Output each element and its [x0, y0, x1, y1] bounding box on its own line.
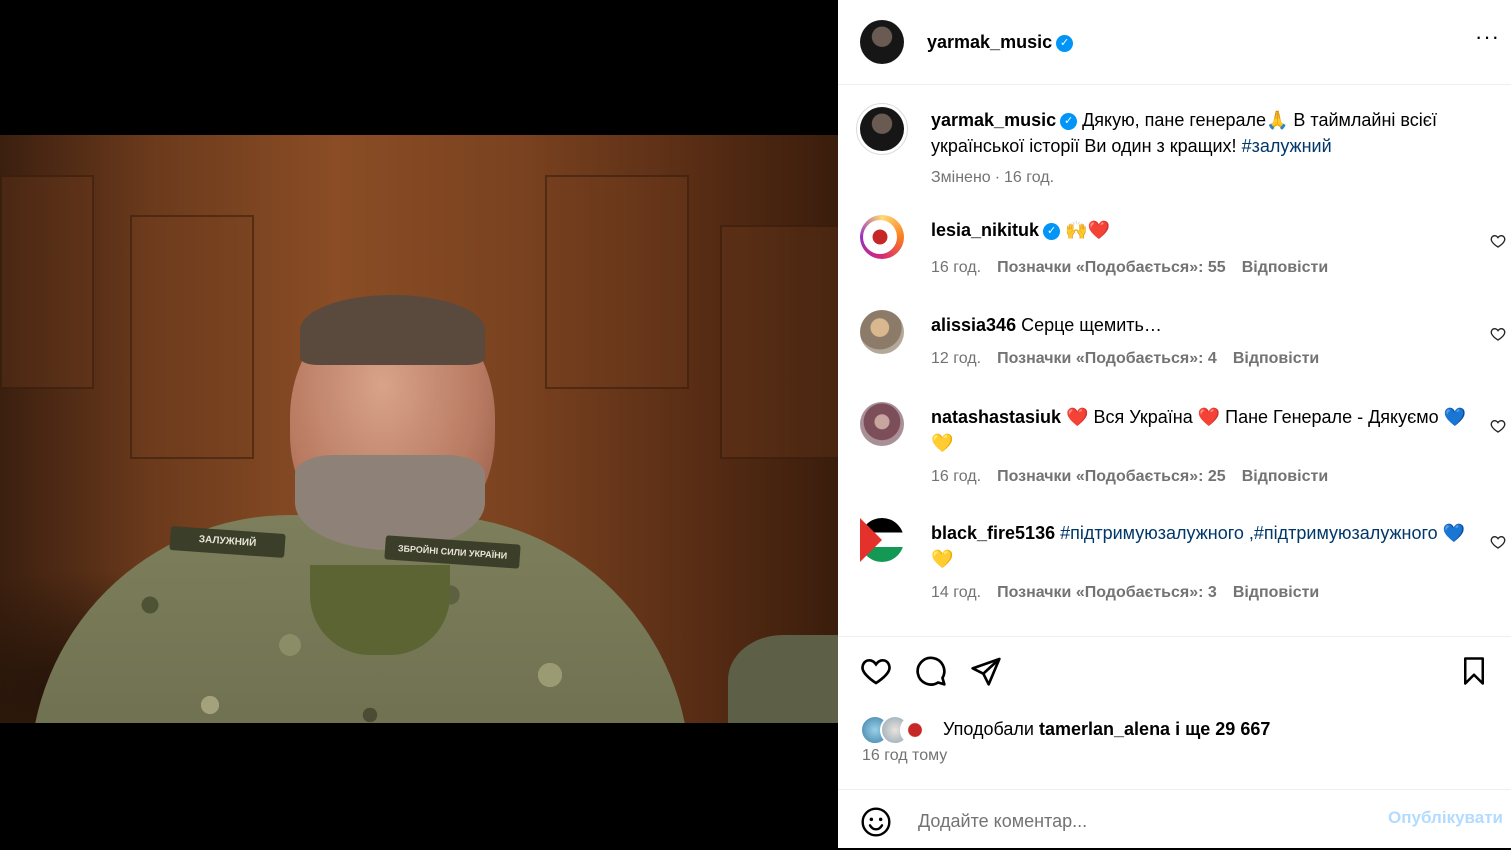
heart-icon[interactable]: [1490, 326, 1506, 342]
comments-list: yarmak_music ✓ Дякую, пане генерале🙏 В та…: [838, 85, 1511, 635]
comment-time[interactable]: 16 год.: [931, 259, 981, 276]
publish-button[interactable]: Опублікувати: [1388, 808, 1503, 828]
comment-meta: 16 год. Позначки «Подобається»: 25 Відпові…: [931, 468, 1344, 486]
comment-body: Серце щемить…: [1021, 315, 1162, 335]
comment-item: black_fire5136 #підтримуюзалужного ,#під…: [858, 518, 1506, 608]
paper-plane-icon[interactable]: [970, 655, 1002, 687]
comment-likes[interactable]: Позначки «Подобається»: 55: [997, 259, 1226, 276]
reply-button[interactable]: Відповісти: [1233, 350, 1319, 367]
background-person: [728, 635, 838, 723]
post-sidebar: yarmak_music ✓ ··· yarmak_music ✓ Дякую, п…: [838, 0, 1511, 848]
comment-bubble-icon[interactable]: [915, 655, 947, 687]
author-avatar-small[interactable]: [860, 107, 904, 151]
author-username-text[interactable]: yarmak_music: [927, 32, 1052, 52]
post-photo[interactable]: ЗАЛУЖНИЙ ЗБРОЙНІ СИЛИ УКРАЇНИ: [0, 135, 838, 723]
heart-icon[interactable]: [1490, 418, 1506, 434]
author-username[interactable]: yarmak_music ✓: [927, 32, 1074, 53]
separator-dot: ·: [994, 169, 1001, 186]
comment-text: alissia346 Серце щемить…: [931, 312, 1471, 338]
likes-prefix: Уподобали: [943, 718, 1034, 739]
comment-time[interactable]: 12 год.: [931, 350, 981, 367]
comment-meta: 14 год. Позначки «Подобається»: 3 Відповіс…: [931, 584, 1335, 602]
reply-button[interactable]: Відповісти: [1242, 259, 1328, 276]
heart-icon[interactable]: [860, 655, 892, 687]
wood-panel: [720, 225, 838, 459]
caption-time[interactable]: 16 год.: [1004, 169, 1054, 186]
commenter-avatar[interactable]: [860, 402, 904, 446]
commenter-avatar[interactable]: [860, 310, 904, 354]
post-header: yarmak_music ✓ ···: [838, 0, 1511, 85]
comment-input[interactable]: [916, 802, 1350, 840]
post-timestamp[interactable]: 16 год тому: [862, 747, 947, 765]
wood-panel: [130, 215, 254, 459]
add-comment-bar: Опублікувати: [838, 789, 1511, 850]
heart-icon[interactable]: [1490, 534, 1506, 550]
commenter-avatar-inner: [863, 220, 897, 254]
verified-badge-icon: ✓: [1056, 34, 1074, 52]
reply-button[interactable]: Відповісти: [1242, 468, 1328, 485]
hair: [300, 295, 485, 365]
author-avatar[interactable]: [860, 20, 904, 64]
comment-time[interactable]: 14 год.: [931, 584, 981, 601]
post-actions: Уподобали tamerlan_alena і ще 29 667 16 …: [838, 636, 1511, 849]
heart-icon[interactable]: [1490, 233, 1506, 249]
comment-username[interactable]: black_fire5136: [931, 523, 1055, 543]
comment-username[interactable]: alissia346: [931, 315, 1016, 335]
flag-triangle: [860, 518, 882, 562]
likes-count[interactable]: і ще 29 667: [1175, 719, 1270, 739]
comment-meta: 16 год. Позначки «Подобається»: 55 Відпові…: [931, 259, 1344, 277]
likes-summary: Уподобали tamerlan_alena і ще 29 667: [860, 715, 1270, 745]
comment-text: lesia_nikituk ✓ 🙌❤️: [931, 217, 1471, 243]
wood-panel: [545, 175, 689, 389]
verified-badge-icon: ✓: [1043, 222, 1061, 240]
edited-label: Змінено: [931, 169, 991, 186]
bookmark-icon[interactable]: [1459, 655, 1489, 687]
comment-meta: 12 год. Позначки «Подобається»: 4 Відповіс…: [931, 350, 1335, 368]
comment-text: black_fire5136 #підтримуюзалужного ,#під…: [931, 520, 1471, 572]
comment-item: natashastasiuk ❤️ Вся Україна ❤️ Пане Ге…: [858, 402, 1506, 492]
comment-likes[interactable]: Позначки «Подобається»: 25: [997, 468, 1226, 485]
post-media: ЗАЛУЖНИЙ ЗБРОЙНІ СИЛИ УКРАЇНИ: [0, 0, 838, 848]
caption-meta: Змінено · 16 год.: [931, 169, 1070, 187]
comment-item: lesia_nikituk ✓ 🙌❤️ 16 год. Позначки «Подо…: [858, 215, 1506, 285]
caption: yarmak_music ✓ Дякую, пане генерале🙏 В та…: [856, 103, 1498, 187]
caption-text: yarmak_music ✓ Дякую, пане генерале🙏 В та…: [931, 107, 1471, 159]
comment-time[interactable]: 16 год.: [931, 468, 981, 485]
reply-button[interactable]: Відповісти: [1233, 584, 1319, 601]
more-options-icon[interactable]: ···: [1475, 26, 1499, 52]
comment-body: 🙌❤️: [1065, 220, 1110, 240]
likes-user[interactable]: tamerlan_alena: [1039, 719, 1170, 739]
wood-panel: [0, 175, 94, 389]
liker-avatar[interactable]: [900, 715, 930, 745]
comment-likes[interactable]: Позначки «Подобається»: 4: [997, 350, 1217, 367]
emoji-smiley-icon[interactable]: [860, 806, 892, 838]
comment-item: alissia346 Серце щемить… 12 год. Позначки…: [858, 310, 1506, 380]
comment-likes[interactable]: Позначки «Подобається»: 3: [997, 584, 1217, 601]
caption-username[interactable]: yarmak_music: [931, 110, 1056, 130]
comment-username[interactable]: natashastasiuk: [931, 407, 1061, 427]
verified-badge-icon: ✓: [1060, 112, 1078, 130]
comment-username[interactable]: lesia_nikituk: [931, 220, 1039, 240]
caption-hashtag[interactable]: #залужний: [1242, 136, 1332, 156]
comment-text: natashastasiuk ❤️ Вся Україна ❤️ Пане Ге…: [931, 404, 1471, 456]
